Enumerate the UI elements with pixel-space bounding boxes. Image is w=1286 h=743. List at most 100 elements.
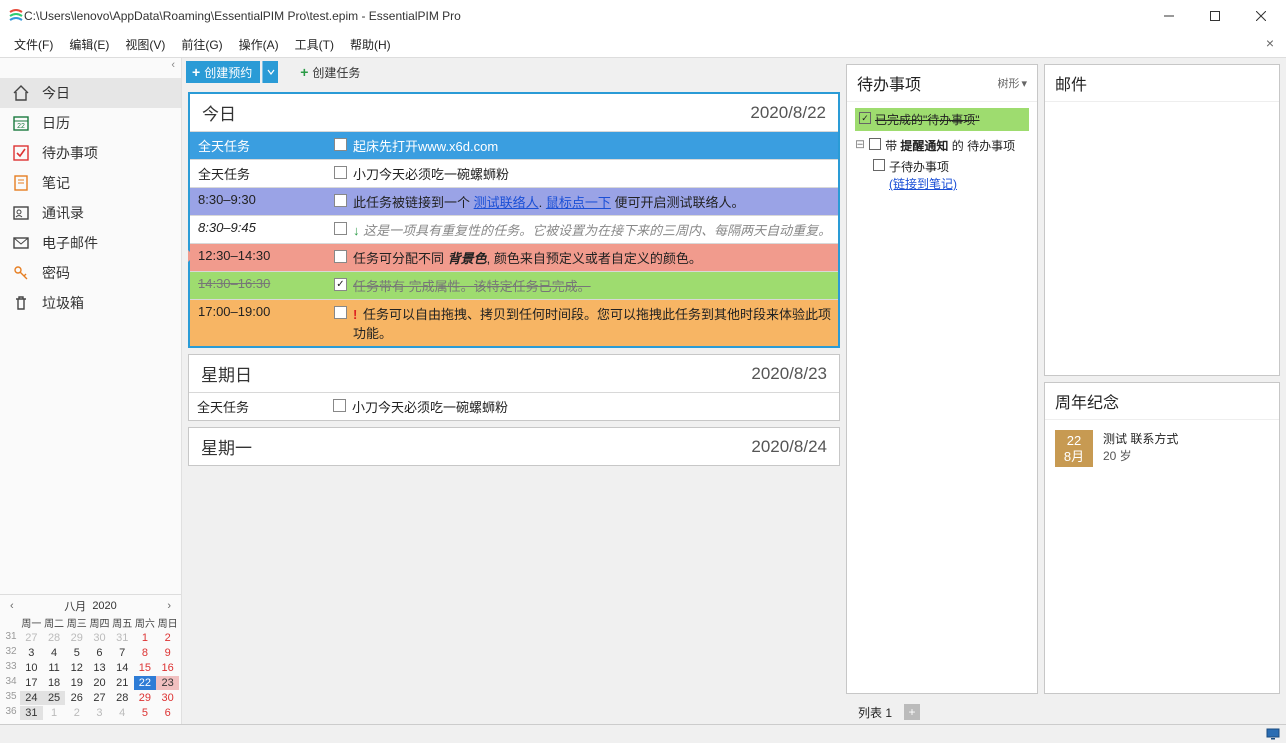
minical-day[interactable]: 6	[156, 706, 179, 720]
close-button[interactable]	[1238, 1, 1284, 31]
todos-view-selector[interactable]: 树形 ▾	[997, 75, 1027, 91]
event-checkbox[interactable]	[334, 306, 347, 319]
sidebar-item-passwords[interactable]: 密码	[0, 258, 181, 288]
tree-toggle-icon[interactable]: ⊟	[855, 137, 865, 151]
minical-day[interactable]: 28	[111, 691, 134, 705]
minical-day[interactable]: 24	[20, 691, 43, 705]
menu-close-icon[interactable]: ×	[1258, 35, 1282, 51]
minical-day[interactable]: 5	[134, 706, 157, 720]
minical-day[interactable]: 13	[88, 661, 111, 675]
event-checkbox[interactable]	[334, 166, 347, 179]
todo-item-done[interactable]: ✓ 已完成的"待办事项"	[855, 108, 1029, 131]
menu-file[interactable]: 文件(F)	[6, 33, 61, 56]
checkbox-icon[interactable]: ✓	[859, 112, 871, 124]
minical-year[interactable]: 2020	[92, 600, 116, 612]
minical-day[interactable]: 12	[65, 661, 88, 675]
todo-item-sub[interactable]: 子待办事项 (链接到笔记)	[873, 156, 1029, 194]
minical-day[interactable]: 26	[65, 691, 88, 705]
menu-edit[interactable]: 编辑(E)	[61, 33, 117, 56]
event-checkbox[interactable]	[333, 399, 346, 412]
minical-day[interactable]: 9	[156, 646, 179, 660]
sidebar-item-trash[interactable]: 垃圾箱	[0, 288, 181, 318]
menu-help[interactable]: 帮助(H)	[342, 33, 399, 56]
minical-day[interactable]: 10	[20, 661, 43, 675]
menu-view[interactable]: 视图(V)	[117, 33, 173, 56]
event-checkbox[interactable]: ✓	[334, 278, 347, 291]
maximize-button[interactable]	[1192, 1, 1238, 31]
minical-day[interactable]: 5	[65, 646, 88, 660]
sidebar-item-todo[interactable]: 待办事项	[0, 138, 181, 168]
event-checkbox[interactable]	[334, 194, 347, 207]
event-row[interactable]: 14:30–16:30✓任务带有 完成属性。该特定任务已完成。	[190, 271, 838, 299]
minical-day[interactable]: 2	[156, 631, 179, 645]
sidebar-item-notes[interactable]: 笔记	[0, 168, 181, 198]
menu-goto[interactable]: 前往(G)	[173, 33, 230, 56]
minical-day[interactable]: 18	[43, 676, 66, 690]
minical-day[interactable]: 14	[111, 661, 134, 675]
minimize-button[interactable]	[1146, 1, 1192, 31]
minical-month[interactable]: 八月	[64, 598, 86, 614]
sidebar-collapse-icon[interactable]: ‹	[0, 58, 181, 72]
minical-day[interactable]: 1	[134, 631, 157, 645]
menu-tools[interactable]: 工具(T)	[287, 33, 342, 56]
minical-day[interactable]: 29	[65, 631, 88, 645]
minical-day[interactable]: 17	[20, 676, 43, 690]
minical-day[interactable]: 16	[156, 661, 179, 675]
minical-day[interactable]: 27	[88, 691, 111, 705]
event-row[interactable]: 17:00–19:00! 任务可以自由拖拽、拷贝到任何时间段。您可以拖拽此任务到…	[190, 299, 838, 346]
minical-day[interactable]: 15	[134, 661, 157, 675]
sidebar-item-mail[interactable]: 电子邮件	[0, 228, 181, 258]
minical-next-icon[interactable]: ›	[163, 600, 175, 612]
minical-day[interactable]: 8	[134, 646, 157, 660]
event-checkbox[interactable]	[334, 250, 347, 263]
minical-day[interactable]: 29	[134, 691, 157, 705]
todo-note-link[interactable]: (链接到笔记)	[889, 177, 957, 191]
minical-prev-icon[interactable]: ‹	[6, 600, 18, 612]
sidebar-item-calendar[interactable]: 22 日历	[0, 108, 181, 138]
minical-day[interactable]: 21	[111, 676, 134, 690]
minical-day[interactable]: 23	[156, 676, 179, 690]
checkbox-icon[interactable]	[873, 159, 885, 171]
minical-day[interactable]: 11	[43, 661, 66, 675]
event-row[interactable]: 全天任务起床先打开www.x6d.com	[190, 131, 838, 159]
event-row[interactable]: 全天任务小刀今天必须吃一碗螺蛳粉	[189, 392, 839, 420]
status-monitor-icon[interactable]	[1266, 728, 1280, 740]
minical-day[interactable]: 6	[88, 646, 111, 660]
day-card[interactable]: 星期日2020/8/23全天任务小刀今天必须吃一碗螺蛳粉	[188, 354, 840, 421]
event-row[interactable]: 12:30–14:30任务可分配不同 背景色, 颜色来自预定义或者自定义的颜色。	[190, 243, 838, 271]
checkbox-icon[interactable]	[869, 138, 881, 150]
event-checkbox[interactable]	[334, 222, 347, 235]
contact-link[interactable]: 测试联络人	[474, 195, 539, 210]
hover-link[interactable]: 鼠标点一下	[546, 195, 611, 210]
minical-day[interactable]: 31	[111, 631, 134, 645]
minical-day[interactable]: 3	[88, 706, 111, 720]
event-row[interactable]: 8:30–9:30此任务被链接到一个 测试联络人. 鼠标点一下 便可开启测试联络…	[190, 187, 838, 215]
minical-day[interactable]: 4	[43, 646, 66, 660]
agenda[interactable]: 今日2020/8/22全天任务起床先打开www.x6d.com全天任务小刀今天必…	[182, 86, 846, 724]
menu-action[interactable]: 操作(A)	[231, 33, 287, 56]
create-appointment-button[interactable]: + 创建预约	[186, 61, 260, 83]
sidebar-item-contacts[interactable]: 通讯录	[0, 198, 181, 228]
anniv-item[interactable]: 228月 测试 联系方式 20 岁	[1053, 426, 1271, 471]
day-card[interactable]: 今日2020/8/22全天任务起床先打开www.x6d.com全天任务小刀今天必…	[188, 92, 840, 348]
event-checkbox[interactable]	[334, 138, 347, 151]
minical-day[interactable]: 2	[65, 706, 88, 720]
minical-day[interactable]: 30	[88, 631, 111, 645]
minical-day[interactable]: 3	[20, 646, 43, 660]
minical-day[interactable]: 1	[43, 706, 66, 720]
list-tab-1[interactable]: 列表 1	[852, 702, 898, 723]
sidebar-item-today[interactable]: 今日	[0, 78, 181, 108]
minical-day[interactable]: 22	[134, 676, 157, 690]
minical-day[interactable]: 7	[111, 646, 134, 660]
minical-day[interactable]: 30	[156, 691, 179, 705]
minical-day[interactable]: 19	[65, 676, 88, 690]
minical-day[interactable]: 31	[20, 706, 43, 720]
minical-day[interactable]: 27	[20, 631, 43, 645]
minical-day[interactable]: 20	[88, 676, 111, 690]
create-appointment-dropdown[interactable]	[262, 61, 278, 83]
event-row[interactable]: 全天任务小刀今天必须吃一碗螺蛳粉	[190, 159, 838, 187]
add-list-tab-button[interactable]: +	[904, 704, 920, 720]
minical-day[interactable]: 25	[43, 691, 66, 705]
create-task-button[interactable]: + 创建任务	[292, 61, 368, 83]
event-row[interactable]: 8:30–9:45↓ 这是一项具有重复性的任务。它被设置为在接下来的三周内、每隔…	[190, 215, 838, 243]
